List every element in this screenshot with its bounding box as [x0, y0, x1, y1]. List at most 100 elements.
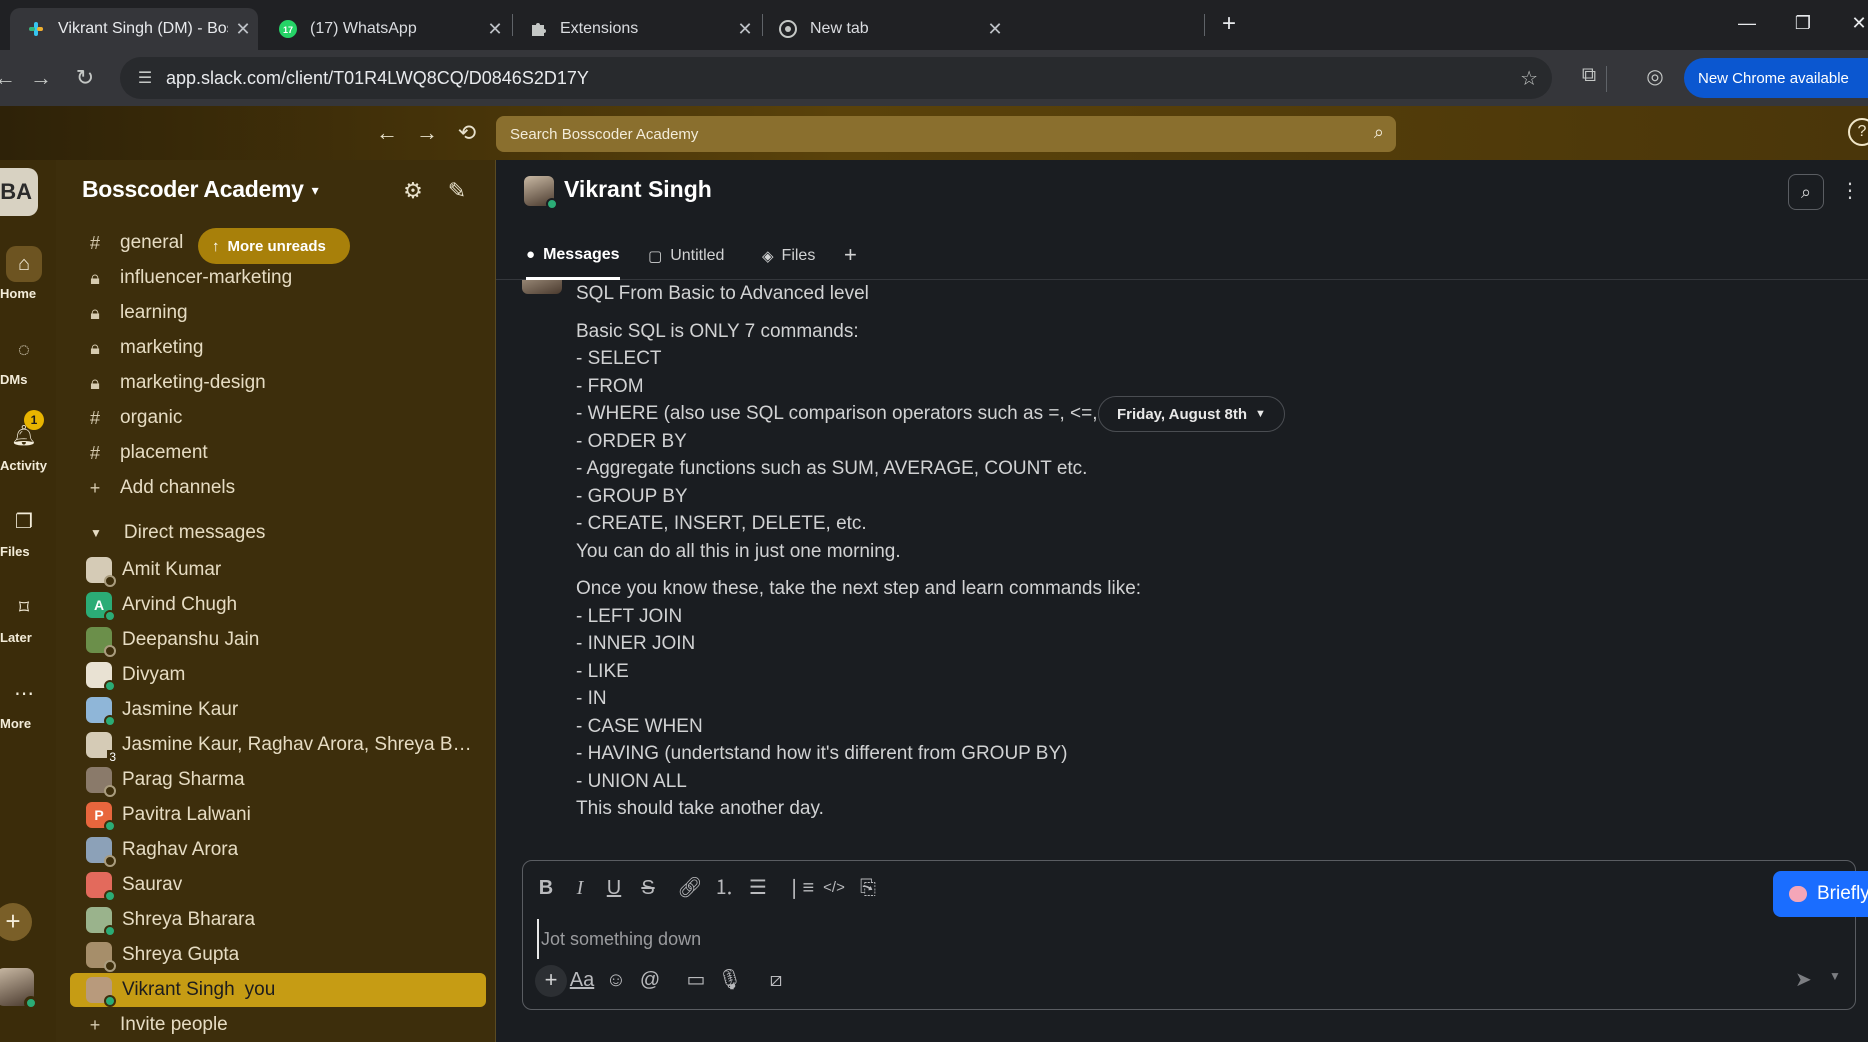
channel-title[interactable]: Vikrant Singh — [564, 176, 712, 203]
search-placeholder: Search Bosscoder Academy — [510, 125, 699, 143]
message-list[interactable]: SQL From Basic to Advanced level Basic SQ… — [496, 280, 1868, 820]
browser-tab-newtab[interactable]: New tab ✕ — [762, 8, 1010, 50]
strikethrough-button[interactable]: S — [633, 873, 663, 903]
extensions-icon[interactable]: ⧉ — [1574, 64, 1604, 94]
channel-influencer-marketing[interactable]: 🔒︎ influencer-marketing — [80, 261, 292, 295]
add-tab-icon[interactable]: + — [844, 242, 857, 268]
briefly-button[interactable]: Briefly — [1773, 871, 1868, 917]
italic-button[interactable]: I — [565, 873, 595, 903]
dm-item[interactable]: Shreya Bharara — [70, 903, 486, 937]
send-options-icon[interactable]: ▼ — [1829, 969, 1841, 983]
browser-back-icon[interactable]: ← — [0, 64, 20, 94]
site-settings-icon[interactable]: ☰ — [124, 68, 166, 88]
close-tab-icon[interactable]: ✕ — [480, 19, 510, 40]
help-icon[interactable]: ? — [1848, 118, 1868, 146]
channel-learning[interactable]: 🔒︎ learning — [80, 296, 187, 330]
slack-search-bar[interactable]: Search Bosscoder Academy ⌕ — [496, 116, 1396, 152]
channel-general[interactable]: # general — [80, 226, 183, 260]
dm-section-header[interactable]: ▼ Direct messages — [90, 518, 265, 548]
add-channels-button[interactable]: + Add channels — [80, 471, 235, 505]
browser-tab-extensions[interactable]: Extensions ✕ — [512, 8, 760, 50]
dm-item[interactable]: Saurav — [70, 868, 486, 902]
channel-marketing-design[interactable]: 🔒︎ marketing-design — [80, 366, 266, 400]
browser-tab-whatsapp[interactable]: 17 (17) WhatsApp ✕ — [262, 8, 510, 50]
rail-more[interactable]: ⋯ More — [0, 676, 54, 731]
reload-icon[interactable]: ↻ — [70, 64, 100, 94]
add-channels-label: Add channels — [120, 477, 236, 498]
tab-separator — [1204, 14, 1205, 36]
attach-plus-button[interactable]: + — [535, 965, 567, 997]
rail-home[interactable]: ⌂ Home — [0, 246, 54, 301]
browser-forward-icon[interactable]: → — [26, 64, 56, 94]
dm-item[interactable]: A Arvind Chugh — [70, 588, 486, 622]
restore-icon[interactable]: ❐ — [1778, 8, 1828, 38]
address-bar[interactable]: ☰ app.slack.com/client/T01R4LWQ8CQ/D0846… — [120, 57, 1552, 99]
slack-back-icon[interactable]: ← — [372, 118, 402, 148]
add-workspace-button[interactable]: + — [0, 903, 32, 941]
dm-item[interactable]: Parag Sharma — [70, 763, 486, 797]
history-icon[interactable]: ⟲ — [452, 118, 482, 148]
browser-tab-slack[interactable]: Vikrant Singh (DM) - Bosscoder ✕ — [10, 8, 258, 50]
blockquote-icon[interactable]: ❘≡ — [785, 873, 815, 903]
slack-forward-icon[interactable]: → — [412, 118, 442, 148]
compose-icon[interactable]: ✎ — [442, 176, 472, 206]
settings-icon[interactable]: ⚙ — [398, 176, 428, 206]
dm-item[interactable]: Shreya Gupta — [70, 938, 486, 972]
workspace-name-button[interactable]: Bosscoder Academy ▾ — [82, 176, 319, 203]
canvas-icon: ▢ — [648, 248, 663, 265]
link-icon[interactable]: 🔗︎ — [675, 873, 705, 903]
bold-button[interactable]: B — [531, 873, 561, 903]
rail-dms[interactable]: ◌ DMs — [0, 332, 54, 387]
close-window-icon[interactable]: ✕ — [1834, 8, 1868, 38]
tab-messages[interactable]: ● Messages — [526, 232, 620, 280]
close-tab-icon[interactable]: ✕ — [228, 19, 258, 40]
date-divider[interactable]: Friday, August 8th ▼ — [1098, 396, 1285, 432]
slash-command-icon[interactable]: ⧄ — [761, 965, 791, 995]
dm-item-active[interactable]: Vikrant Singh you — [70, 973, 486, 1007]
dm-item[interactable]: Raghav Arora — [70, 833, 486, 867]
video-icon[interactable]: ▭ — [681, 965, 711, 995]
dm-item-group[interactable]: 3 Jasmine Kaur, Raghav Arora, Shreya Bhar… — [70, 728, 486, 764]
invite-people-button[interactable]: + Invite people — [80, 1008, 228, 1042]
minimize-icon[interactable]: — — [1722, 8, 1772, 38]
search-icon[interactable]: ⌕ — [1788, 174, 1824, 210]
close-tab-icon[interactable]: ✕ — [980, 19, 1010, 40]
dm-item[interactable]: Divyam — [70, 658, 486, 692]
url-text[interactable]: app.slack.com/client/T01R4LWQ8CQ/D0846S2… — [166, 68, 589, 89]
avatar[interactable] — [522, 280, 562, 294]
ordered-list-icon[interactable]: ⒈ — [709, 873, 739, 903]
mention-icon[interactable]: @ — [635, 965, 665, 995]
message-input[interactable] — [537, 919, 1537, 959]
rail-later[interactable]: ⌑ Later — [0, 590, 54, 645]
rail-files[interactable]: ❐ Files — [0, 504, 54, 559]
new-tab-button[interactable]: + — [1214, 10, 1244, 40]
code-block-icon[interactable]: ⎘ — [853, 873, 883, 903]
code-icon[interactable]: </> — [819, 873, 849, 903]
more-unreads-button[interactable]: ↑ More unreads — [198, 228, 350, 264]
formatting-toggle-icon[interactable]: Aa — [567, 965, 597, 995]
user-avatar[interactable] — [0, 968, 38, 1010]
channel-organic[interactable]: # organic — [80, 401, 182, 435]
dm-item[interactable]: Jasmine Kaur — [70, 693, 486, 727]
chrome-menu-icon[interactable]: ⋮ — [1863, 68, 1868, 89]
emoji-icon[interactable]: ☺ — [601, 965, 631, 995]
dm-item[interactable]: Deepanshu Jain — [70, 623, 486, 657]
dm-item[interactable]: P Pavitra Lalwani — [70, 798, 486, 832]
dm-item[interactable]: Amit Kumar — [70, 553, 486, 587]
profile-icon[interactable]: ◎ — [1640, 64, 1670, 94]
tab-untitled[interactable]: ▢ Untitled — [648, 232, 724, 280]
chrome-update-button[interactable]: New Chrome available ⋮ — [1684, 58, 1868, 98]
tab-files[interactable]: ◈ Files — [762, 232, 815, 280]
send-icon[interactable]: ➤ — [1795, 967, 1812, 992]
channel-marketing[interactable]: 🔒︎ marketing — [80, 331, 203, 365]
bookmark-star-icon[interactable]: ☆ — [1520, 66, 1538, 91]
workspace-switcher[interactable]: BA — [0, 168, 38, 216]
microphone-icon[interactable]: 🎙︎ — [715, 965, 745, 995]
channel-sidebar: Bosscoder Academy ▾ ⚙ ✎ # general ↑ More un… — [56, 160, 496, 1042]
underline-button[interactable]: U — [599, 873, 629, 903]
channel-placement[interactable]: # placement — [80, 436, 208, 470]
kebab-menu-icon[interactable]: ⋮ — [1838, 176, 1862, 206]
close-tab-icon[interactable]: ✕ — [730, 19, 760, 40]
bullet-list-icon[interactable]: ☰ — [743, 873, 773, 903]
dm-name: Divyam — [122, 664, 186, 685]
